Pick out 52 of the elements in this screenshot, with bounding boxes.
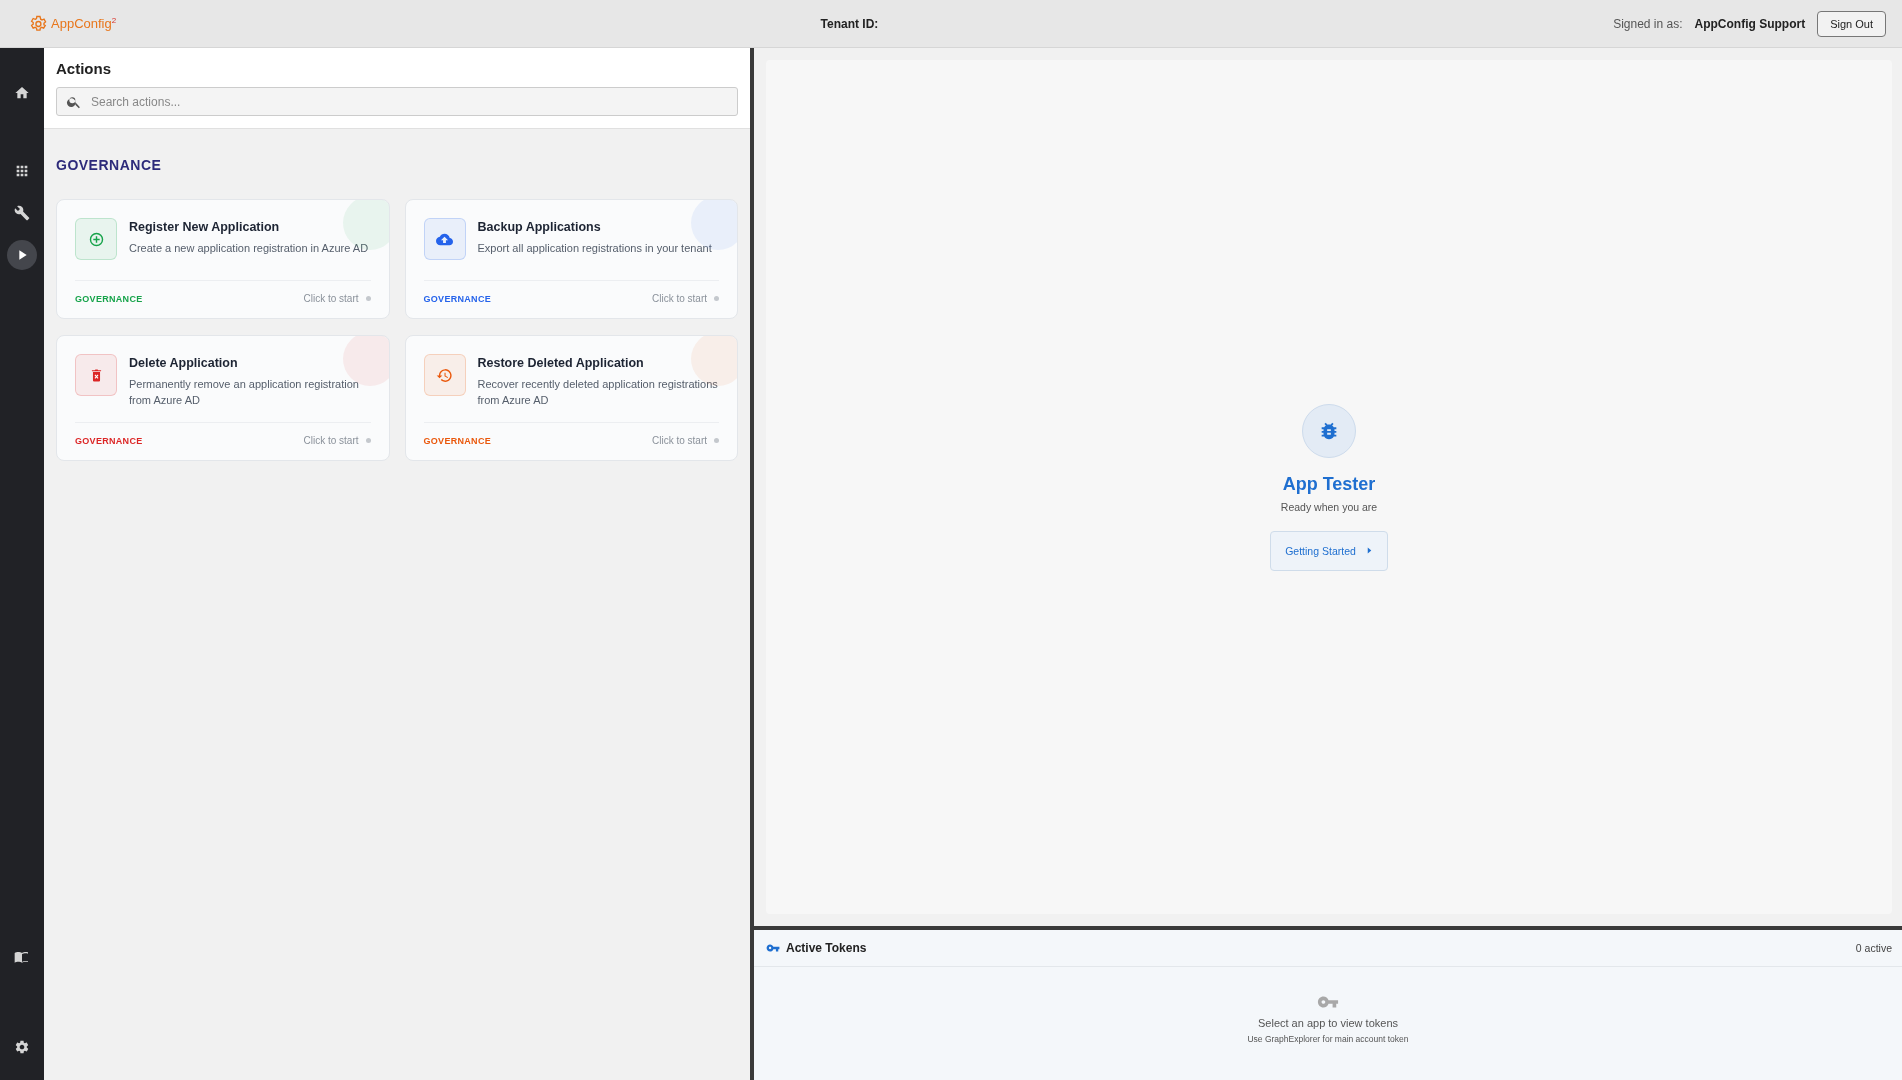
- action-card[interactable]: Register New Application Create a new application registration in Azure AD GOVERNANCE Click to start: [56, 199, 390, 319]
- empty-hint: Use GraphExplorer for main account token: [1247, 1034, 1409, 1044]
- dot-icon: [365, 438, 371, 443]
- action-card[interactable]: Delete Application Permanently remove an application registration from Azure AD GOVERNANCE Click to start: [56, 335, 390, 461]
- trash-icon: [75, 354, 117, 396]
- tester-subtitle: Ready when you are: [1280, 500, 1378, 513]
- click-hint: Click to start: [303, 435, 359, 446]
- tenant-label: Tenant ID:: [820, 16, 880, 31]
- card-title: Register New Application: [129, 220, 281, 234]
- dot-icon: [365, 296, 371, 301]
- gear-logo-icon: [28, 13, 48, 34]
- click-hint: Click to start: [303, 293, 359, 304]
- action-card[interactable]: Restore Deleted Application Recover recently deleted application registrations from Azure AD GOVERNANCE Click to start: [404, 335, 738, 461]
- app-logo-text: AppConfig$^{2}$: [51, 15, 117, 32]
- getting-started-button[interactable]: Getting Started: [1270, 530, 1388, 571]
- home-icon: [14, 85, 30, 101]
- action-card[interactable]: Backup Applications Export all application registrations in your tenant GOVERNANCE Click to start: [404, 199, 738, 319]
- category-tag: GOVERNANCE: [423, 435, 652, 446]
- history-icon: [423, 354, 466, 396]
- search-field[interactable]: Search actions...: [56, 87, 738, 116]
- token-count: 0 active: [1855, 942, 1892, 954]
- dot-icon: [714, 296, 719, 301]
- search-icon: [66, 94, 82, 110]
- card-description: Export all application registrations in your tenant: [477, 241, 712, 256]
- card-description: Permanently remove an application registration from Azure AD: [129, 377, 360, 408]
- card-description: Create a new application registration in Azure AD: [129, 241, 369, 256]
- click-hint: Click to start: [652, 435, 707, 446]
- card-title: Delete Application: [129, 356, 239, 370]
- grid-icon: [14, 163, 30, 179]
- panel-title: Actions: [56, 60, 112, 77]
- category-tag: GOVERNANCE: [75, 293, 304, 304]
- caret-icon: [1365, 547, 1373, 554]
- sign-out-button[interactable]: Sign Out: [1817, 10, 1886, 37]
- category-tag: GOVERNANCE: [75, 435, 304, 446]
- cloud-upload-icon: [423, 218, 466, 260]
- card-title: Restore Deleted Application: [477, 356, 645, 370]
- card-description: Recover recently deleted application registrations from Azure AD: [477, 377, 719, 408]
- book-icon: [14, 949, 30, 965]
- dot-icon: [714, 438, 719, 443]
- settings-icon: [14, 1039, 30, 1055]
- bug-icon: [1302, 403, 1356, 458]
- tokens-title: Active Tokens: [786, 941, 868, 955]
- card-title: Backup Applications: [477, 220, 602, 234]
- signed-in-label: Signed in as:: [1613, 16, 1683, 31]
- section-heading: GOVERNANCE: [56, 157, 163, 173]
- category-tag: GOVERNANCE: [423, 293, 652, 304]
- wrench-icon: [14, 205, 30, 221]
- tester-title: App Tester: [1282, 473, 1376, 495]
- empty-message: Select an app to view tokens: [1258, 1017, 1398, 1029]
- click-hint: Click to start: [652, 293, 707, 304]
- sidebar-item[interactable]: [7, 240, 37, 270]
- user-name: AppConfig Support: [1694, 16, 1806, 31]
